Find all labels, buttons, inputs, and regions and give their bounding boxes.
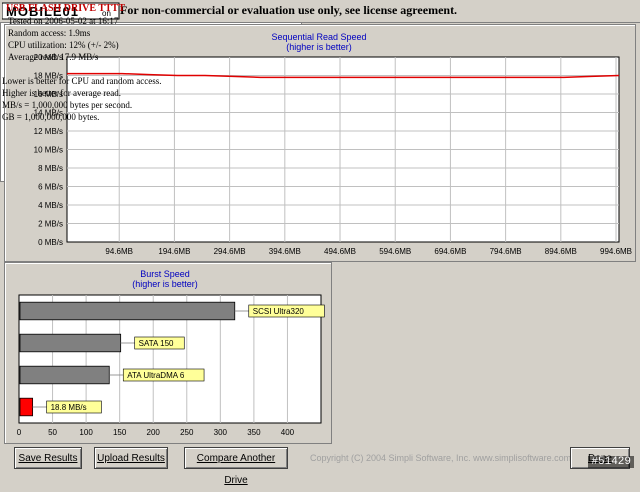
burst-bar [19, 397, 34, 417]
burst-subtitle: (higher is better) [132, 279, 198, 289]
upload-results-button[interactable]: Upload Results [94, 447, 168, 469]
x-tick-label: 694.6MB [434, 247, 466, 256]
drive-name: USB FLASH DRIVE TTTT [6, 3, 126, 14]
save-results-label: Save Results [18, 453, 78, 464]
burst-x-tick-label: 100 [79, 428, 93, 437]
compare-drive-button[interactable]: Compare Another Drive [184, 447, 288, 486]
burst-bar-label: SCSI Ultra320 [253, 307, 305, 316]
watermark: #51429 [588, 456, 634, 468]
y-tick-label: 12 MB/s [34, 127, 63, 136]
x-tick-label: 594.6MB [379, 247, 411, 256]
burst-x-tick-label: 50 [48, 428, 57, 437]
burst-speed-chart: Burst Speed (higher is better) SCSI Ultr… [17, 269, 325, 437]
y-tick-label: 0 MB/s [38, 238, 63, 247]
burst-x-tick-label: 300 [214, 428, 228, 437]
average-read: Average read: 17.9 MB/s [8, 52, 99, 62]
x-tick-label: 94.6MB [105, 247, 133, 256]
burst-bar-label: SATA 150 [139, 339, 174, 348]
license-notice: For non-commercial or evaluation use onl… [120, 3, 458, 17]
x-tick-label: 294.6MB [214, 247, 246, 256]
burst-x-tick-label: 350 [247, 428, 261, 437]
read-speed-chart: Sequential Read Speed (higher is better)… [34, 32, 632, 256]
y-tick-label: 10 MB/s [34, 146, 63, 155]
tested-on: Tested on 2006-05-02 at 16:17 [8, 16, 119, 26]
note-higher-better: Higher is better for average read. [2, 88, 121, 98]
burst-bar [19, 301, 236, 321]
x-tick-label: 494.6MB [324, 247, 356, 256]
burst-bar [19, 365, 110, 385]
burst-x-tick-label: 400 [281, 428, 295, 437]
note-mbps: MB/s = 1,000,000 bytes per second. [2, 100, 133, 110]
save-results-button[interactable]: Save Results [14, 447, 82, 469]
copyright-text: Copyright (C) 2004 Simpli Software, Inc.… [310, 453, 572, 463]
x-tick-label: 894.6MB [545, 247, 577, 256]
note-gb: GB = 1,000,000,000 bytes. [2, 112, 100, 122]
read-speed-panel: Sequential Read Speed (higher is better)… [4, 24, 636, 262]
burst-x-tick-label: 250 [180, 428, 194, 437]
burst-bar [19, 333, 122, 353]
x-tick-label: 394.6MB [269, 247, 301, 256]
burst-x-tick-label: 150 [113, 428, 127, 437]
burst-bar-label: ATA UltraDMA 6 [127, 371, 185, 380]
compare-drive-label: Compare Another Drive [196, 453, 276, 486]
burst-speed-panel: Burst Speed (higher is better) SCSI Ultr… [4, 262, 332, 444]
x-tick-label: 794.6MB [490, 247, 522, 256]
upload-results-label: Upload Results [97, 453, 165, 464]
cpu-utilization: CPU utilization: 12% (+/- 2%) [8, 40, 119, 50]
x-tick-label: 194.6MB [158, 247, 190, 256]
burst-title: Burst Speed [140, 269, 190, 279]
chart-title: Sequential Read Speed [271, 32, 366, 42]
random-access: Random access: 1.9ms [8, 28, 91, 38]
note-lower-better: Lower is better for CPU and random acces… [2, 76, 162, 86]
burst-bar-label: 18.8 MB/s [51, 403, 87, 412]
burst-x-tick-label: 200 [147, 428, 161, 437]
y-tick-label: 4 MB/s [38, 201, 63, 210]
y-tick-label: 2 MB/s [38, 220, 63, 229]
x-tick-label: 994.6MB [600, 247, 632, 256]
chart-subtitle: (higher is better) [286, 42, 352, 52]
y-tick-label: 6 MB/s [38, 183, 63, 192]
y-tick-label: 8 MB/s [38, 164, 63, 173]
burst-x-tick-label: 0 [17, 428, 22, 437]
